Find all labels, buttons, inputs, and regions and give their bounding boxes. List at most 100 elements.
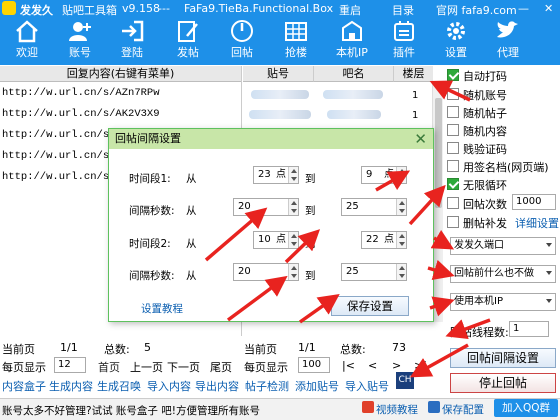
reply-interval-button[interactable]: 回帖间隔设置 — [450, 348, 556, 368]
interval-2-end[interactable]: 25 — [341, 263, 407, 281]
ip-mode-select[interactable]: 使用本机IP — [450, 293, 556, 311]
minimize-button[interactable]: — — [518, 2, 529, 15]
app-name: 发发久 — [20, 4, 53, 17]
import-content-link[interactable]: 导入内容 — [147, 378, 191, 394]
toolbar-proxy[interactable]: 代理 — [486, 17, 530, 65]
close-button[interactable]: ✕ — [544, 2, 553, 15]
time-range-1-end[interactable]: 9点 — [361, 166, 407, 184]
login-icon — [122, 20, 144, 42]
chevron-down-icon — [546, 243, 552, 247]
time-range-2-end[interactable]: 22 点 — [361, 231, 407, 249]
interval-1-start[interactable]: 20 — [233, 198, 299, 216]
checkbox-infinite-loop[interactable] — [447, 178, 459, 190]
time-range-1-start[interactable]: 23 点 — [253, 166, 299, 184]
list-item[interactable]: http://w.url.cn/s/AZn7RPw — [2, 87, 160, 99]
stop-reply-button[interactable]: 停止回帖 — [450, 373, 556, 393]
save-settings-button[interactable]: 保存设置 — [331, 296, 409, 316]
port-select[interactable]: 发发久端口 — [450, 237, 556, 255]
title-separator: --- — [158, 2, 170, 15]
toolbar-login[interactable]: 登陆 — [110, 17, 154, 65]
checkbox-auto-captcha[interactable] — [447, 69, 459, 81]
column-header-floor: 楼层 — [393, 66, 433, 82]
detail-settings-link[interactable]: 详细设置 — [515, 215, 559, 231]
reply-count-input[interactable]: 1000 — [512, 194, 556, 210]
first-page-button[interactable]: |< — [342, 359, 355, 372]
account-icon — [69, 22, 91, 41]
checkbox-reply-count[interactable] — [447, 197, 459, 209]
version: v9.158 — [122, 2, 161, 15]
checkbox-cheap-captcha[interactable] — [447, 142, 459, 154]
spin-arrows-icon[interactable] — [288, 264, 298, 280]
spin-arrows-icon[interactable] — [288, 167, 298, 183]
title-domain: FaFa9.TieBa.Functional.Box — [184, 2, 334, 15]
next-page-button[interactable]: > — [392, 359, 401, 372]
list-item[interactable]: http://w.url.cn/s/A — [2, 129, 122, 141]
checkbox-random-content[interactable] — [447, 124, 459, 136]
spin-arrows-icon[interactable] — [288, 232, 298, 248]
restart-link[interactable]: 重启 — [339, 2, 361, 18]
from-label: 从 — [186, 173, 197, 185]
before-reply-select[interactable]: 回帖前什么也不做 — [450, 265, 556, 283]
site-link[interactable]: 官网 fafa9.com — [436, 2, 517, 18]
checkbox-random-account[interactable] — [447, 88, 459, 100]
import-post-link[interactable]: 导入贴号 — [345, 378, 389, 394]
time-range-2-label: 时间段2: — [129, 238, 171, 250]
spin-arrows-icon[interactable] — [288, 199, 298, 215]
spin-arrows-icon[interactable] — [396, 199, 406, 215]
spin-arrows-icon[interactable] — [396, 167, 406, 183]
floor-cell: 1 — [412, 110, 419, 121]
toolbar-reply[interactable]: 回帖 — [220, 17, 264, 65]
checkbox-random-post[interactable] — [447, 106, 459, 118]
interval-2-start[interactable]: 20 — [233, 263, 299, 281]
toolbar-post[interactable]: 发帖 — [166, 17, 210, 65]
bottom-toolbar: 内容盒子 生成内容 生成召唤 导入内容 导出内容 帖子检测 添加贴号 导入贴号 — [0, 378, 445, 394]
join-qq-button[interactable]: 加入QQ群 — [494, 399, 558, 417]
threads-input[interactable]: 1 — [509, 321, 549, 337]
home-icon — [16, 20, 38, 43]
status-bar: 账号太多不好管理?试试 账号盒子 吧!方便管理所有账号 视频教程 保存配置 加入… — [0, 398, 560, 420]
column-header-post: 贴号 — [243, 66, 313, 82]
last-page-button[interactable]: >| — [414, 359, 427, 372]
toolbar-local-ip[interactable]: 本机IP — [328, 17, 376, 65]
reply-icon — [231, 20, 253, 42]
video-tutorial-link[interactable]: 视频教程 — [376, 402, 418, 417]
save-config-link[interactable]: 保存配置 — [442, 402, 484, 417]
toolbar-settings[interactable]: 设置 — [436, 17, 476, 65]
dialog-close-icon[interactable]: ✕ — [414, 130, 427, 148]
scrollbar-thumb[interactable] — [435, 98, 442, 208]
spin-arrows-icon[interactable] — [396, 232, 406, 248]
chevron-down-icon — [546, 271, 552, 275]
interval-1-end[interactable]: 25 — [341, 198, 407, 216]
per-page-input[interactable]: 100 — [298, 357, 330, 373]
toolbar-welcome[interactable]: 欢迎 — [5, 17, 49, 65]
toolbar-account[interactable]: 账号 — [58, 17, 102, 65]
chevron-down-icon — [546, 299, 552, 303]
prev-page-button[interactable]: 上一页 — [130, 359, 163, 375]
last-page-button[interactable]: 尾页 — [210, 359, 232, 375]
checkbox-delete-repost[interactable] — [447, 216, 459, 228]
next-page-button[interactable]: 下一页 — [167, 359, 200, 375]
list-item[interactable]: http://w.url.cn/s/AK2V3X9 — [2, 108, 160, 120]
generate-summon-link[interactable]: 生成召唤 — [97, 378, 141, 394]
ime-indicator[interactable]: CH — [396, 372, 414, 389]
settings-tutorial-link[interactable]: 设置教程 — [141, 301, 183, 316]
per-page-label: 每页显示 — [244, 361, 288, 374]
current-page: 1/1 — [60, 341, 78, 354]
add-post-link[interactable]: 添加贴号 — [295, 378, 339, 394]
prev-page-button[interactable]: < — [368, 359, 377, 372]
toolbar-grab-floor[interactable]: 抢楼 — [274, 17, 318, 65]
generate-content-link[interactable]: 生成内容 — [49, 378, 93, 394]
list-item[interactable]: http://w.url.cn/s/A — [2, 150, 122, 162]
list-item[interactable]: http://w.url.cn/s/A — [2, 171, 122, 183]
content-box-link[interactable]: 内容盒子 — [2, 378, 46, 394]
per-page-input[interactable]: 12 — [54, 357, 86, 373]
spin-arrows-icon[interactable] — [396, 264, 406, 280]
directory-link[interactable]: 目录 — [392, 2, 414, 18]
post-check-link[interactable]: 帖子检测 — [245, 378, 289, 394]
first-page-button[interactable]: 首页 — [98, 359, 120, 375]
checkbox-use-signature[interactable] — [447, 160, 459, 172]
time-range-2-start[interactable]: 10 点 — [253, 231, 299, 249]
status-text: 账号太多不好管理?试试 账号盒子 吧!方便管理所有账号 — [2, 405, 260, 417]
export-content-link[interactable]: 导出内容 — [195, 378, 239, 394]
toolbar-plugin[interactable]: 插件 — [382, 17, 426, 65]
